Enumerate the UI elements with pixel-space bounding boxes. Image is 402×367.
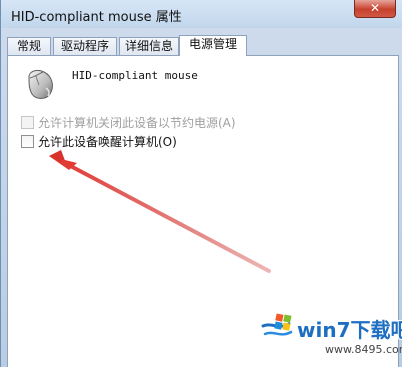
option-allow-wake[interactable]: 允许此设备唤醒计算机(O) <box>21 133 177 149</box>
close-icon: ✕ <box>369 1 381 15</box>
device-name: HID-compliant mouse <box>72 69 198 82</box>
properties-dialog: HID-compliant mouse 属性 ✕ 常规 驱动程序 详细信息 电源… <box>0 0 402 367</box>
watermark-text: win7下载吧 <box>297 318 402 342</box>
title-bar[interactable]: HID-compliant mouse 属性 ✕ <box>1 0 402 28</box>
watermark-url: www.8495.com <box>325 343 402 356</box>
allow-wake-label: 允许此设备唤醒计算机(O) <box>38 134 177 149</box>
allow-power-off-checkbox[interactable] <box>21 115 34 129</box>
tab-details-label: 详细信息 <box>124 39 173 53</box>
close-button[interactable]: ✕ <box>354 0 396 18</box>
tab-driver[interactable]: 驱动程序 <box>53 37 117 55</box>
allow-power-off-label: 允许计算机关闭此设备以节约电源(A) <box>38 115 236 130</box>
tab-general[interactable]: 常规 <box>7 37 51 55</box>
mouse-icon <box>28 69 53 99</box>
tab-power-management-label: 电源管理 <box>188 37 237 51</box>
window-title: HID-compliant mouse 属性 <box>11 10 182 25</box>
option-allow-power-off[interactable]: 允许计算机关闭此设备以节约电源(A) <box>21 114 236 130</box>
allow-wake-checkbox[interactable] <box>21 134 34 148</box>
tab-power-management[interactable]: 电源管理 <box>179 35 247 56</box>
tab-driver-label: 驱动程序 <box>60 39 109 53</box>
watermark: win7下载吧 www.8495.com <box>259 306 402 364</box>
windows-logo-icon <box>261 313 293 336</box>
tab-details[interactable]: 详细信息 <box>119 37 179 55</box>
tab-general-label: 常规 <box>16 39 41 53</box>
